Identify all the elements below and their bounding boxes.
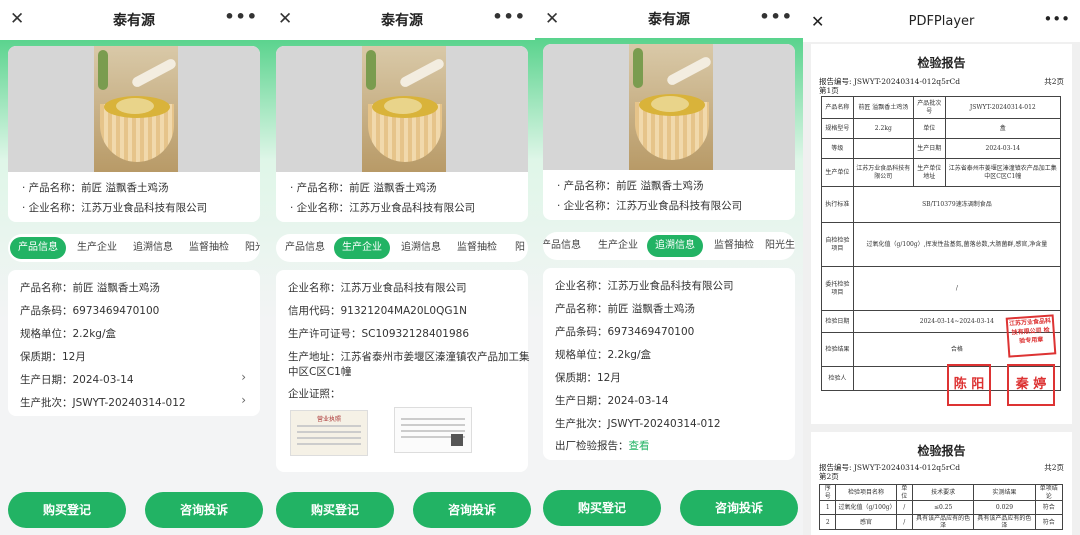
consult-complaint-button[interactable]: 咨询投诉: [680, 490, 798, 526]
product-name: · 产品名称：前匠 溢飘香土鸡汤: [557, 180, 704, 192]
nav-bar: ✕ 泰有源 •••: [535, 0, 803, 38]
detail-row: 保质期：12月: [20, 351, 86, 363]
close-icon[interactable]: ✕: [278, 9, 292, 29]
tab-product-info[interactable]: 产品信息: [543, 235, 585, 257]
detail-row: 生产批次：JSWYT-20240314-012: [555, 418, 721, 430]
buy-register-button[interactable]: 购买登记: [543, 490, 661, 526]
more-icon[interactable]: •••: [759, 7, 793, 26]
detail-panel: 企业名称：江苏万业食品科技有限公司 产品名称：前匠 溢飘香土鸡汤 产品条码：69…: [543, 268, 795, 460]
report-title: 检验报告: [917, 444, 966, 458]
tab-trace[interactable]: 追溯信息: [647, 235, 703, 257]
license-label: 企业证照：: [288, 388, 341, 400]
close-icon[interactable]: ✕: [545, 9, 559, 29]
tab-bar: 产品信息 生产企业 追溯信息 监督抽检 阳光: [8, 234, 260, 262]
tab-sunshine[interactable]: 阳光生产: [765, 235, 795, 257]
report-label: 出厂检验报告：: [555, 440, 629, 452]
app-title: 泰有源: [381, 13, 423, 29]
phone-screen-3: ✕ 泰有源 ••• · 产品名称：前匠 溢飘香土鸡汤 · 企业名称：江苏万业食品…: [535, 0, 803, 535]
tab-sunshine[interactable]: 阳光: [240, 237, 260, 259]
nav-bar: ✕ 泰有源 •••: [0, 0, 268, 40]
page-number: 第2页: [819, 472, 839, 481]
close-icon[interactable]: ✕: [811, 12, 824, 31]
inspection-stamp: 江苏万业食品科技有限公司 检验专用章: [1005, 314, 1057, 358]
app-title: 泰有源: [113, 13, 155, 29]
detail-row: 信用代码：91321204MA20L0QG1N: [288, 305, 468, 317]
tab-trace[interactable]: 追溯信息: [128, 237, 178, 259]
product-image: [8, 46, 260, 172]
company-name: · 企业名称：江苏万业食品科技有限公司: [22, 202, 208, 214]
consult-complaint-button[interactable]: 咨询投诉: [413, 492, 531, 528]
pdf-viewer: ✕ PDFPlayer ••• 检验报告 报告编号: JSWYT-2024031…: [803, 0, 1080, 535]
phone-screen-1: ✕ 泰有源 ••• · 产品名称：前匠 溢飘香土鸡汤 · 企业名称：江苏万业食品…: [0, 0, 268, 535]
pdf-title: PDFPlayer: [908, 13, 975, 29]
company-name: · 企业名称：江苏万业食品科技有限公司: [290, 202, 476, 214]
buy-register-button[interactable]: 购买登记: [276, 492, 394, 528]
more-icon[interactable]: •••: [224, 7, 258, 26]
pdf-page-1[interactable]: 检验报告 报告编号: JSWYT-20240314-012q5rCd 共2页 第…: [811, 44, 1072, 424]
close-icon[interactable]: ✕: [10, 9, 24, 29]
detail-panel: 产品名称：前匠 溢飘香土鸡汤 产品条码：6973469470100 规格单位：2…: [8, 270, 260, 416]
detail-row: 规格单位：2.2kg/盒: [20, 328, 116, 340]
detail-row: 保质期：12月: [555, 372, 621, 384]
tab-inspection[interactable]: 监督抽检: [452, 237, 502, 259]
detail-row: 产品条码：6973469470100: [555, 326, 695, 338]
tab-manufacturer[interactable]: 生产企业: [72, 237, 122, 259]
company-name: · 企业名称：江苏万业食品科技有限公司: [557, 200, 743, 212]
detail-row: 产品名称：前匠 溢飘香土鸡汤: [555, 303, 695, 315]
tab-manufacturer[interactable]: 生产企业: [334, 237, 390, 259]
page-count: 共2页: [1044, 77, 1064, 86]
report-number: 报告编号: JSWYT-20240314-012q5rCd: [819, 77, 961, 86]
detail-row: 产品条码：6973469470100: [20, 305, 160, 317]
tab-product-info[interactable]: 产品信息: [280, 237, 330, 259]
product-name: · 产品名称：前匠 溢飘香土鸡汤: [22, 182, 169, 194]
page-count: 共2页: [1044, 463, 1064, 472]
tab-product-info[interactable]: 产品信息: [10, 237, 66, 259]
chevron-right-icon[interactable]: ›: [241, 393, 246, 407]
product-name: · 产品名称：前匠 溢飘香土鸡汤: [290, 182, 437, 194]
tab-bar: 产品信息 生产企业 追溯信息 监督抽检 阳: [276, 234, 528, 262]
detail-row: 生产日期：2024-03-14: [555, 395, 669, 407]
more-icon[interactable]: •••: [492, 7, 526, 26]
chevron-right-icon[interactable]: ›: [241, 370, 246, 384]
pdf-nav-bar: ✕ PDFPlayer •••: [803, 0, 1080, 42]
detail-row: 规格单位：2.2kg/盒: [555, 349, 651, 361]
detail-row-date[interactable]: 生产日期：2024-03-14: [20, 372, 134, 387]
production-license-image[interactable]: [394, 407, 472, 453]
more-icon[interactable]: •••: [1043, 10, 1070, 28]
signature-stamp-1: 陈 阳: [947, 364, 991, 406]
detail-row: 生产地址：江苏省泰州市姜堰区溱潼镇农产品加工集: [288, 351, 530, 363]
product-card: · 产品名称：前匠 溢飘香土鸡汤 · 企业名称：江苏万业食品科技有限公司: [276, 46, 528, 222]
tab-trace[interactable]: 追溯信息: [396, 237, 446, 259]
tab-bar: 产品信息 生产企业 追溯信息 监督抽检 阳光生产: [543, 232, 795, 260]
nav-bar: ✕ 泰有源 •••: [268, 0, 536, 40]
tab-manufacturer[interactable]: 生产企业: [593, 235, 643, 257]
app-title: 泰有源: [648, 12, 690, 28]
product-image: [543, 44, 795, 170]
report-number: 报告编号: JSWYT-20240314-012q5rCd: [819, 463, 961, 472]
tab-sunshine[interactable]: 阳: [508, 237, 528, 259]
detail-row: 生产许可证号：SC10932128401986: [288, 328, 470, 340]
product-card: · 产品名称：前匠 溢飘香土鸡汤 · 企业名称：江苏万业食品科技有限公司: [8, 46, 260, 222]
detail-row-batch[interactable]: 生产批次：JSWYT-20240314-012: [20, 395, 186, 410]
view-report-link[interactable]: 查看: [629, 440, 650, 452]
pdf-page-2[interactable]: 检验报告 报告编号: JSWYT-20240314-012q5rCd 共2页 第…: [811, 432, 1072, 535]
detail-row: 企业名称：江苏万业食品科技有限公司: [555, 280, 734, 292]
tab-inspection[interactable]: 监督抽检: [709, 235, 759, 257]
buy-register-button[interactable]: 购买登记: [8, 492, 126, 528]
detail-row: 中区C区C1幢: [288, 366, 352, 378]
detail-row: 企业名称：江苏万业食品科技有限公司: [288, 282, 467, 294]
tab-inspection[interactable]: 监督抽检: [184, 237, 234, 259]
detail-row: 产品名称：前匠 溢飘香土鸡汤: [20, 282, 160, 294]
consult-complaint-button[interactable]: 咨询投诉: [145, 492, 263, 528]
report-row: 出厂检验报告：查看: [555, 438, 650, 453]
business-license-image[interactable]: 营业执照: [290, 410, 368, 456]
report-table-2: 序号 检验项目名称 单位 技术要求 实测结果 单项结论 1 过氧化值（g/100g） / ≤0.…: [818, 484, 1064, 531]
page-number: 第1页: [819, 86, 839, 95]
report-title: 检验报告: [917, 56, 966, 70]
product-image: [276, 46, 528, 172]
signature-stamp-2: 秦 婷: [1007, 364, 1055, 406]
product-card: · 产品名称：前匠 溢飘香土鸡汤 · 企业名称：江苏万业食品科技有限公司: [543, 44, 795, 220]
phone-screen-2: ✕ 泰有源 ••• · 产品名称：前匠 溢飘香土鸡汤 · 企业名称：江苏万业食品…: [268, 0, 536, 535]
